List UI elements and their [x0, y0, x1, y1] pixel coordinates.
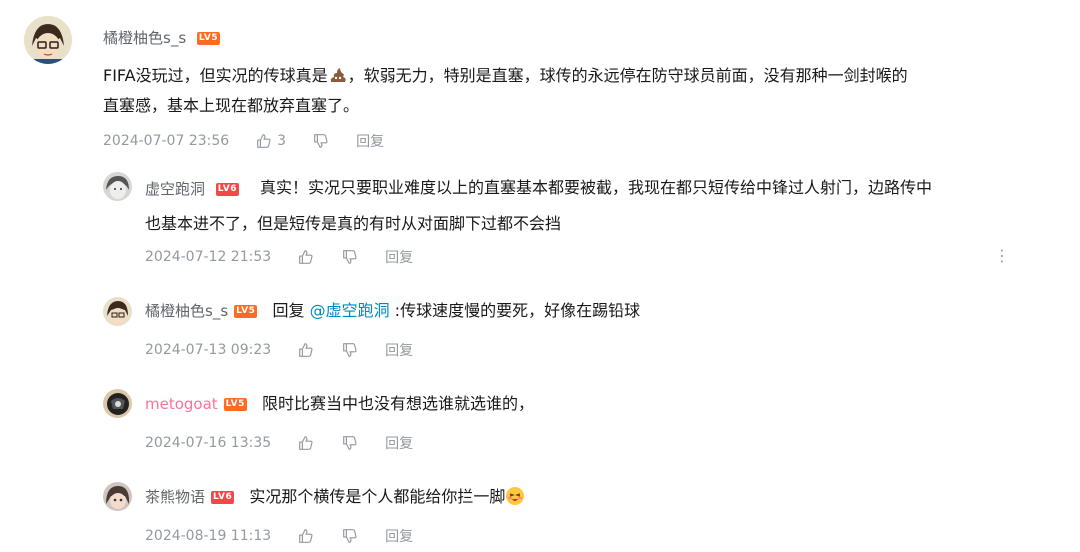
poop-emoji-icon: [330, 68, 346, 82]
reply-1-text: 真实！实况只要职业难度以上的直塞基本都要被截，我现在都只短传给中锋过人射门，边路…: [145, 173, 1065, 239]
like-button[interactable]: [297, 248, 315, 266]
reply-button[interactable]: 回复: [385, 433, 413, 453]
thumbs-down-icon: [343, 250, 357, 264]
comment-time: 2024-07-16 13:35: [145, 435, 272, 451]
more-options-icon[interactable]: ⋮: [994, 246, 1010, 265]
text-segment: ，软弱无力，特别是直塞，球传的永远停在防守球员前面，没有那种一剑封喉的: [347, 66, 908, 85]
reply-1-meta: 2024-07-12 21:53 回复: [145, 247, 413, 267]
username-text[interactable]: 橘橙柚色s_s: [103, 29, 186, 47]
mention-link[interactable]: @虚空跑洞: [310, 301, 390, 320]
laughing-blush-emoji-icon: [506, 487, 525, 505]
level-badge: LV5: [196, 32, 221, 45]
avatar-reply-4[interactable]: [103, 482, 132, 511]
like-count: 3: [277, 133, 287, 149]
dislike-button[interactable]: [341, 248, 359, 266]
username-text[interactable]: metogoat: [145, 395, 218, 413]
main-comment-username[interactable]: 橘橙柚色s_s LV5: [103, 27, 221, 48]
thumbs-up-icon: [299, 250, 313, 264]
thumbs-up-icon: [299, 529, 313, 543]
text-segment: 真实！实况只要职业难度以上的直塞基本都要被截，我现在都只短传给中锋过人射门，边路…: [260, 178, 933, 197]
avatar-reply-3[interactable]: [103, 389, 132, 418]
reply-1-line1: 真实！实况只要职业难度以上的直塞基本都要被截，我现在都只短传给中锋过人射门，边路…: [145, 173, 1065, 203]
thumbs-down-icon: [343, 436, 357, 450]
reply-prefix: 回复: [272, 301, 305, 320]
avatar-main-comment[interactable]: [24, 16, 72, 64]
text-segment: :传球速度慢的要死，好像在踢铅球: [389, 301, 641, 320]
avatar-reply-1[interactable]: [103, 172, 132, 201]
avatar-image: [103, 172, 132, 201]
thumbs-up-icon: [257, 134, 271, 148]
text-segment: FIFA没玩过，但实况的传球真是: [103, 66, 328, 85]
avatar-reply-2[interactable]: [103, 297, 132, 326]
level-badge: LV5: [223, 398, 247, 411]
comment-time: 2024-07-12 21:53: [145, 249, 272, 265]
thumbs-down-icon: [343, 529, 357, 543]
avatar-image: [103, 389, 132, 418]
dislike-button[interactable]: [341, 527, 359, 545]
main-comment-line1: FIFA没玩过，但实况的传球真是 ，软弱无力，特别是直塞，球传的永远停在防守球员…: [103, 61, 1063, 91]
level-badge: LV5: [234, 305, 258, 318]
reply-2-meta: 2024-07-13 09:23 回复: [145, 340, 413, 360]
like-button[interactable]: [297, 341, 315, 359]
reply-button[interactable]: 回复: [385, 247, 413, 267]
avatar-image: [103, 297, 132, 326]
like-button[interactable]: [297, 527, 315, 545]
dislike-button[interactable]: [341, 341, 359, 359]
reply-4-text: 茶熊物语 LV6 实况那个横传是个人都能给你拦一脚: [145, 482, 525, 512]
comment-time: 2024-08-19 11:13: [145, 528, 272, 544]
avatar-image: [24, 16, 72, 64]
reply-4-meta: 2024-08-19 11:13 回复: [145, 526, 413, 546]
thumbs-up-icon: [299, 343, 313, 357]
reply-button[interactable]: 回复: [356, 131, 384, 151]
comment-time: 2024-07-07 23:56: [103, 133, 230, 149]
like-button[interactable]: 3: [255, 132, 286, 150]
reply-3-text: metogoat LV5 限时比赛当中也没有想选谁就选谁的，: [145, 389, 534, 419]
reply-button[interactable]: 回复: [385, 340, 413, 360]
reply-2-text: 橘橙柚色s_s LV5 回复 @虚空跑洞 :传球速度慢的要死，好像在踢铅球: [145, 296, 640, 326]
level-badge: LV6: [211, 491, 235, 504]
username-text[interactable]: 茶熊物语: [145, 488, 205, 506]
main-comment-line2: 直塞感，基本上现在都放弃直塞了。: [103, 96, 360, 115]
username-text[interactable]: 橘橙柚色s_s: [145, 302, 228, 320]
avatar-image: [103, 482, 132, 511]
comment-time: 2024-07-13 09:23: [145, 342, 272, 358]
thumbs-down-icon: [314, 134, 328, 148]
reply-1-line2: 也基本进不了，但是短传是真的有时从对面脚下过都不会挡: [145, 214, 562, 233]
text-segment: 限时比赛当中也没有想选谁就选谁的，: [262, 394, 535, 413]
text-segment: 实况那个横传是个人都能给你拦一脚: [249, 487, 506, 506]
thumbs-down-icon: [343, 343, 357, 357]
dislike-button[interactable]: [312, 132, 330, 150]
reply-button[interactable]: 回复: [385, 526, 413, 546]
main-comment-text: FIFA没玩过，但实况的传球真是 ，软弱无力，特别是直塞，球传的永远停在防守球员…: [103, 61, 1063, 121]
thumbs-up-icon: [299, 436, 313, 450]
reply-3-meta: 2024-07-16 13:35 回复: [145, 433, 413, 453]
main-comment-meta: 2024-07-07 23:56 3 回复: [103, 131, 384, 151]
like-button[interactable]: [297, 434, 315, 452]
dislike-button[interactable]: [341, 434, 359, 452]
